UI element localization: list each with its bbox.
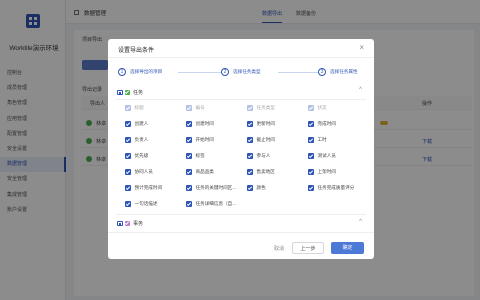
step-number: 1 xyxy=(118,68,126,76)
collapse-icon[interactable]: ^ xyxy=(359,219,362,225)
checkbox[interactable] xyxy=(247,185,253,191)
field-checkbox[interactable]: 测试人员 xyxy=(308,153,336,159)
group-affair-label: 事务 xyxy=(133,221,144,227)
task-type-icon xyxy=(124,89,130,96)
field-checkbox[interactable]: 工时 xyxy=(308,137,327,143)
checkbox[interactable] xyxy=(247,153,253,159)
field-checkbox: 任务类型 xyxy=(247,105,275,111)
checkbox xyxy=(125,105,131,111)
group-task-header[interactable]: 任务 xyxy=(117,89,143,96)
checkbox[interactable] xyxy=(308,169,314,175)
field-checkbox: 标题 xyxy=(125,105,144,111)
field-checkbox[interactable]: 负责人 xyxy=(125,137,148,143)
checkbox[interactable] xyxy=(186,153,192,159)
checkbox[interactable] xyxy=(186,169,192,175)
field-checkbox[interactable]: 协同人员 xyxy=(125,169,153,175)
checkbox[interactable] xyxy=(308,121,314,127)
field-checkbox[interactable]: 预计完成时间 xyxy=(125,185,162,191)
divider xyxy=(108,57,374,58)
checkbox[interactable] xyxy=(247,137,253,143)
checkbox xyxy=(186,105,192,111)
checkbox[interactable] xyxy=(186,201,192,207)
step-label: 选择任务属性 xyxy=(330,69,358,74)
field-checkbox[interactable]: 一句话描述 xyxy=(125,201,157,207)
step-label: 选择导出的项目 xyxy=(130,69,163,74)
step-label: 选择任务类型 xyxy=(233,69,261,74)
field-checkbox[interactable]: 创建时间 xyxy=(186,121,214,127)
steps: 1 选择导出的项目 2 选择任务类型 3 选择任务属性 xyxy=(118,68,364,78)
checkbox[interactable] xyxy=(125,169,131,175)
step-2[interactable]: 2 选择任务类型 xyxy=(221,68,261,76)
step-1[interactable]: 1 选择导出的项目 xyxy=(118,68,162,76)
divider xyxy=(116,99,366,100)
checkbox[interactable] xyxy=(308,137,314,143)
divider xyxy=(108,232,374,233)
field-checkbox[interactable]: 任务完成质量评分 xyxy=(308,185,354,191)
checkbox[interactable] xyxy=(186,137,192,143)
field-checkbox: 编号 xyxy=(186,105,205,111)
step-connector xyxy=(178,72,222,73)
checkbox[interactable] xyxy=(125,185,131,191)
export-conditions-dialog: 设置导出条件 × 1 选择导出的项目 2 选择任务类型 3 选择任务属性 任务 … xyxy=(108,39,374,259)
checkbox[interactable] xyxy=(308,185,314,191)
close-icon[interactable]: × xyxy=(359,43,364,53)
step-3[interactable]: 3 选择任务属性 xyxy=(318,68,358,76)
checkbox xyxy=(247,105,253,111)
checkbox[interactable] xyxy=(125,137,131,143)
step-connector xyxy=(278,72,318,73)
step-number: 3 xyxy=(318,68,326,76)
field-checkbox[interactable]: 售卖地区 xyxy=(247,169,275,175)
field-checkbox[interactable]: 上架时间 xyxy=(308,169,336,175)
field-checkbox[interactable]: 完成时间 xyxy=(308,121,336,127)
collapse-icon[interactable]: ^ xyxy=(359,87,362,93)
field-checkbox[interactable]: 更新时间 xyxy=(247,121,275,127)
checkbox[interactable] xyxy=(247,121,253,127)
field-checkbox-grid: 标题 编号 任务类型 状态 创建人 创建时间 更新时间 完成时间 负责人 开始时… xyxy=(125,105,365,259)
field-checkbox[interactable]: 颜色 xyxy=(247,185,266,191)
divider xyxy=(116,214,366,215)
checkbox[interactable] xyxy=(125,201,131,207)
field-checkbox[interactable]: 标签 xyxy=(186,153,205,159)
field-checkbox[interactable]: 参与人 xyxy=(247,153,270,159)
confirm-button[interactable]: 确定 xyxy=(331,242,364,254)
cancel-button[interactable]: 取消 xyxy=(270,243,288,255)
previous-step-button[interactable]: 上一步 xyxy=(292,242,324,254)
checkbox[interactable] xyxy=(125,153,131,159)
checkbox[interactable] xyxy=(186,185,192,191)
step-number: 2 xyxy=(221,68,229,76)
checkbox[interactable] xyxy=(186,121,192,127)
field-checkbox[interactable]: 任务详细信息（自... xyxy=(186,201,236,207)
group-task-label: 任务 xyxy=(133,90,144,96)
field-checkbox[interactable]: 商品品类 xyxy=(186,169,214,175)
group-affair-header[interactable]: 事务 xyxy=(117,220,143,227)
group-affair-checkbox[interactable] xyxy=(117,220,123,227)
checkbox[interactable] xyxy=(247,169,253,175)
field-checkbox[interactable]: 截止时间 xyxy=(247,137,275,143)
group-task-checkbox[interactable] xyxy=(117,89,123,96)
field-checkbox[interactable]: 任务的关键时间区... xyxy=(186,185,236,191)
checkbox[interactable] xyxy=(308,153,314,159)
dialog-title: 设置导出条件 xyxy=(118,48,155,54)
field-checkbox[interactable]: 优先级 xyxy=(125,153,148,159)
field-checkbox: 状态 xyxy=(308,105,327,111)
checkbox xyxy=(308,105,314,111)
field-checkbox[interactable]: 创建人 xyxy=(125,121,148,127)
field-checkbox[interactable]: 开始时间 xyxy=(186,137,214,143)
checkbox[interactable] xyxy=(125,121,131,127)
affair-type-icon xyxy=(124,220,130,227)
